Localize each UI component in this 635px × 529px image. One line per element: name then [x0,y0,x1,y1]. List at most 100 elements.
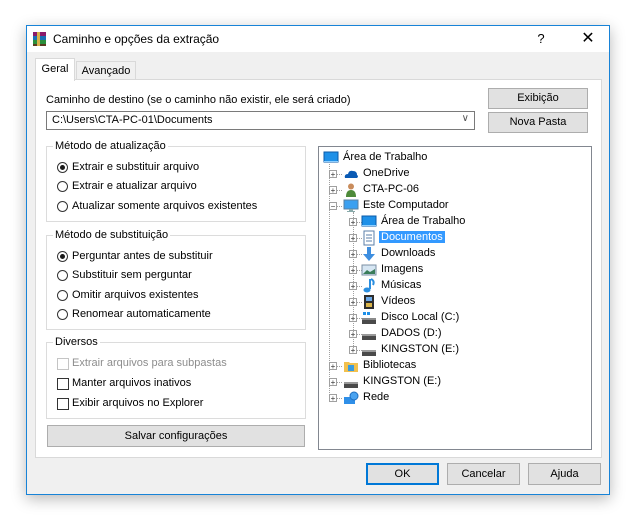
tree-node-label: KINGSTON (E:) [363,375,442,387]
computer-icon [343,199,359,212]
tree-connector [353,212,354,350]
tree-node[interactable]: + Downloads [319,246,589,262]
tree-node-label: Área de Trabalho [343,151,428,163]
option-label: Renomear automaticamente [72,308,211,320]
drive-icon [344,382,358,388]
tree-node[interactable]: + OneDrive [319,166,589,182]
videos-film-icon [364,295,374,309]
help-button[interactable]: ? [524,26,558,52]
tree-connector [337,174,342,175]
option-label: Extrair arquivos para subpastas [72,357,227,369]
tree-node-label: Rede [363,391,390,403]
expand-icon[interactable]: + [329,186,337,195]
exibicao-button[interactable]: Exibição [488,88,588,109]
network-icon [344,391,359,404]
tree-node-label: DADOS (D:) [381,327,442,339]
window-title: Caminho e opções da extração [53,32,220,46]
radio-button[interactable] [57,201,68,212]
desktop-icon [323,151,339,163]
tab-geral[interactable]: Geral [35,58,75,81]
checkbox[interactable] [57,398,69,410]
tree-node-label: Músicas [381,279,422,291]
update-method-title: Método de atualização [53,140,168,152]
tree-node[interactable]: + Documentos [319,230,589,246]
tree-connector [337,366,342,367]
desktop-icon [361,215,377,227]
ajuda-button[interactable]: Ajuda [528,463,601,485]
tree-node[interactable]: + KINGSTON (E:) [319,342,589,358]
expand-icon[interactable]: + [329,362,337,371]
collapse-icon[interactable]: − [329,202,337,211]
tree-node[interactable]: + CTA-PC-06 [319,182,589,198]
tab-panel-geral: Caminho de destino (se o caminho não exi… [35,79,602,458]
pictures-icon [361,264,377,276]
tree-node-label: Este Computador [363,199,449,211]
misc-title: Diversos [53,336,100,348]
checkbox[interactable] [57,378,69,390]
tree-node-label: Área de Trabalho [381,215,466,227]
destination-path-value: C:\Users\CTA-PC-01\Documents [52,114,213,126]
radio-button[interactable] [57,309,68,320]
drive-icon [362,334,376,340]
music-note-icon [363,278,375,293]
tree-node[interactable]: + Rede [319,390,589,406]
tree-node-label: Downloads [381,247,436,259]
tree-node-label: KINGSTON (E:) [381,343,460,355]
misc-group: Diversos Extrair arquivos para subpastas… [46,336,306,419]
ok-button[interactable]: OK [366,463,439,485]
onedrive-cloud-icon [344,170,358,178]
tree-connector [337,206,342,207]
tree-node[interactable]: + Vídeos [319,294,589,310]
tree-node[interactable]: + Bibliotecas [319,358,589,374]
libraries-folder-icon [344,362,358,372]
tree-node[interactable]: + DADOS (D:) [319,326,589,342]
tree-node-label: Disco Local (C:) [381,311,460,323]
radio-button[interactable] [57,290,68,301]
option-label: Omitir arquivos existentes [72,289,199,301]
tree-node[interactable]: + Área de Trabalho [319,214,589,230]
tree-node[interactable]: + Imagens [319,262,589,278]
cancelar-button[interactable]: Cancelar [447,463,520,485]
winrar-books-icon [33,32,46,46]
tree-connector [337,382,342,383]
chevron-down-icon[interactable]: ∨ [462,113,469,124]
tab-avancado[interactable]: Avançado [76,61,136,80]
tree-node[interactable]: + KINGSTON (E:) [319,374,589,390]
expand-icon[interactable]: + [329,378,337,387]
tree-node[interactable]: + Músicas [319,278,589,294]
destination-label: Caminho de destino (se o caminho não exi… [46,94,351,106]
salvar-configuracoes-button[interactable]: Salvar configurações [47,425,305,447]
title-bar: Caminho e opções da extração ? ✕ [27,26,609,52]
update-method-group: Método de atualização Extrair e substitu… [46,140,306,222]
system-drive-icon [362,312,376,324]
extraction-dialog: Caminho e opções da extração ? ✕ Geral A… [26,25,610,495]
tree-node-label: CTA-PC-06 [363,183,420,195]
radio-button[interactable] [57,270,68,281]
tree-node-label: OneDrive [363,167,410,179]
checkbox [57,358,69,370]
overwrite-method-title: Método de substituição [53,229,171,241]
radio-button[interactable] [57,251,68,262]
tree-node[interactable]: Área de Trabalho [319,150,589,166]
tree-node-label: Imagens [381,263,424,275]
option-label: Perguntar antes de substituir [72,250,213,262]
destination-path-combobox[interactable]: C:\Users\CTA-PC-01\Documents ∨ [46,111,475,130]
option-label: Extrair e substituir arquivo [72,161,200,173]
nova-pasta-button[interactable]: Nova Pasta [488,112,588,133]
tree-node-label: Bibliotecas [363,359,417,371]
folder-tree[interactable]: Área de Trabalho + OneDrive + CTA-PC-06 − Este… [318,146,592,450]
option-label: Substituir sem perguntar [72,269,192,281]
tree-node[interactable]: + Disco Local (C:) [319,310,589,326]
overwrite-method-group: Método de substituição Perguntar antes d… [46,229,306,330]
close-button[interactable]: ✕ [568,26,608,52]
radio-button[interactable] [57,162,68,173]
tree-node-label: Documentos [379,231,445,243]
tree-connector [337,398,342,399]
downloads-arrow-icon [363,247,375,261]
expand-icon[interactable]: + [329,394,337,403]
option-label: Atualizar somente arquivos existentes [72,200,258,212]
radio-button[interactable] [57,181,68,192]
tree-connector [329,164,330,395]
expand-icon[interactable]: + [329,170,337,179]
tree-node[interactable]: − Este Computador [319,198,589,214]
